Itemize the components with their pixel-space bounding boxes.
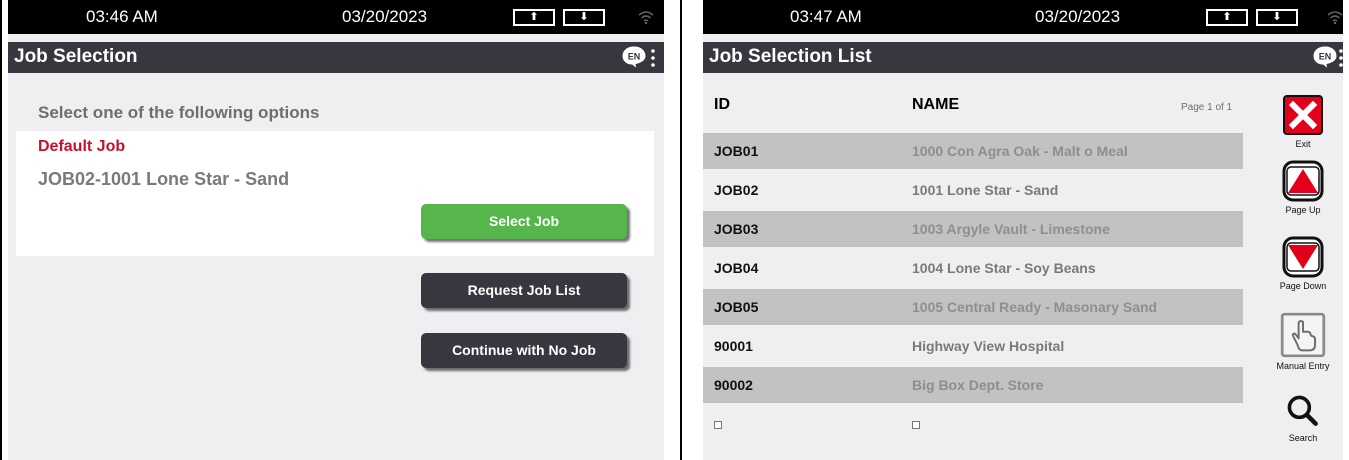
search-button[interactable]: Search bbox=[1269, 392, 1337, 443]
current-job-value: JOB02-1001 Lone Star - Sand bbox=[38, 169, 290, 189]
column-header-name: NAME bbox=[912, 96, 960, 113]
search-icon bbox=[1287, 395, 1318, 426]
scroll-down-button[interactable]: ⬇ bbox=[1256, 9, 1298, 26]
empty-id-placeholder bbox=[714, 421, 722, 429]
job-name: 1005 Central Ready - Masonary Sand bbox=[912, 299, 1158, 315]
language-en-icon[interactable]: EN bbox=[1311, 44, 1339, 70]
title-bar: Job Selection List EN bbox=[703, 42, 1343, 73]
svg-text:EN: EN bbox=[628, 52, 641, 62]
job-row[interactable]: JOB03 1003 Argyle Vault - Limestone bbox=[703, 211, 1243, 247]
status-bar: 03:47 AM 03/20/2023 ⬆ ⬇ bbox=[703, 0, 1343, 34]
select-job-button[interactable]: Select Job bbox=[421, 204, 627, 239]
manual-entry-label: Manual Entry bbox=[1276, 361, 1330, 371]
job-row[interactable]: 90001 Highway View Hospital bbox=[703, 328, 1243, 364]
job-id: JOB04 bbox=[714, 260, 759, 276]
job-name: Highway View Hospital bbox=[912, 338, 1065, 354]
title-bar: Job Selection EN bbox=[8, 42, 664, 73]
job-id: JOB05 bbox=[714, 299, 759, 315]
center-divider bbox=[680, 0, 682, 460]
job-id: JOB03 bbox=[714, 221, 759, 237]
job-id: JOB01 bbox=[714, 143, 759, 159]
status-date: 03/20/2023 bbox=[1035, 7, 1121, 26]
default-job-label: Default Job bbox=[38, 138, 126, 155]
empty-job-row bbox=[703, 406, 1243, 442]
column-header-id: ID bbox=[714, 96, 730, 113]
svg-text:EN: EN bbox=[1319, 52, 1332, 62]
left-border bbox=[0, 0, 2, 460]
close-icon bbox=[1283, 95, 1323, 135]
manual-entry-button[interactable]: Manual Entry bbox=[1269, 312, 1337, 371]
page-up-label: Page Up bbox=[1285, 205, 1321, 215]
page-title: Job Selection List bbox=[709, 46, 872, 67]
kebab-menu-icon[interactable] bbox=[651, 48, 655, 68]
empty-name-placeholder bbox=[912, 421, 920, 429]
kebab-menu-icon[interactable] bbox=[1339, 48, 1343, 68]
job-row[interactable]: 90002 Big Box Dept. Store bbox=[703, 367, 1243, 403]
scroll-up-button[interactable]: ⬆ bbox=[513, 9, 555, 26]
triangle-down-icon bbox=[1282, 236, 1324, 278]
job-row[interactable]: JOB02 1001 Lone Star - Sand bbox=[703, 172, 1243, 208]
status-time: 03:46 AM bbox=[86, 7, 158, 26]
job-id: JOB02 bbox=[714, 182, 759, 198]
job-id: 90001 bbox=[714, 338, 753, 354]
page-title: Job Selection bbox=[14, 46, 138, 67]
status-time: 03:47 AM bbox=[790, 7, 862, 26]
continue-with-no-job-button[interactable]: Continue with No Job bbox=[421, 333, 627, 368]
job-row[interactable]: JOB05 1005 Central Ready - Masonary Sand bbox=[703, 289, 1243, 325]
default-job-panel: Default Job JOB02-1001 Lone Star - Sand … bbox=[16, 131, 654, 256]
language-en-icon[interactable]: EN bbox=[620, 44, 648, 70]
job-name: 1004 Lone Star - Soy Beans bbox=[912, 260, 1096, 276]
wifi-icon bbox=[1327, 11, 1343, 25]
job-name: Big Box Dept. Store bbox=[912, 377, 1044, 393]
job-id: 90002 bbox=[714, 377, 753, 393]
status-date: 03/20/2023 bbox=[342, 7, 428, 26]
job-name: 1000 Con Agra Oak - Malt o Meal bbox=[912, 143, 1128, 159]
job-row[interactable]: JOB01 1000 Con Agra Oak - Malt o Meal bbox=[703, 133, 1243, 169]
scroll-down-button[interactable]: ⬇ bbox=[563, 9, 605, 26]
exit-label: Exit bbox=[1295, 139, 1311, 149]
exit-button[interactable]: Exit bbox=[1269, 94, 1337, 149]
page-down-button[interactable]: Page Down bbox=[1269, 236, 1337, 291]
job-selection-list-screen: 03:47 AM 03/20/2023 ⬆ ⬇ Job Selection Li… bbox=[703, 0, 1343, 460]
status-bar: 03:46 AM 03/20/2023 ⬆ ⬇ bbox=[8, 0, 664, 34]
page-indicator: Page 1 of 1 bbox=[1181, 102, 1233, 113]
request-job-list-button[interactable]: Request Job List bbox=[421, 273, 627, 308]
hand-pointer-icon bbox=[1280, 312, 1326, 358]
page-down-label: Page Down bbox=[1279, 281, 1327, 291]
instruction-text: Select one of the following options bbox=[38, 103, 320, 122]
job-row[interactable]: JOB04 1004 Lone Star - Soy Beans bbox=[703, 250, 1243, 286]
wifi-icon bbox=[638, 11, 654, 25]
scroll-up-button[interactable]: ⬆ bbox=[1206, 9, 1248, 26]
job-name: 1001 Lone Star - Sand bbox=[912, 182, 1059, 198]
triangle-up-icon bbox=[1282, 160, 1324, 202]
job-name: 1003 Argyle Vault - Limestone bbox=[912, 221, 1110, 237]
page-up-button[interactable]: Page Up bbox=[1269, 160, 1337, 215]
job-selection-screen: 03:46 AM 03/20/2023 ⬆ ⬇ Job Selection EN… bbox=[8, 0, 664, 460]
search-label: Search bbox=[1288, 433, 1318, 443]
